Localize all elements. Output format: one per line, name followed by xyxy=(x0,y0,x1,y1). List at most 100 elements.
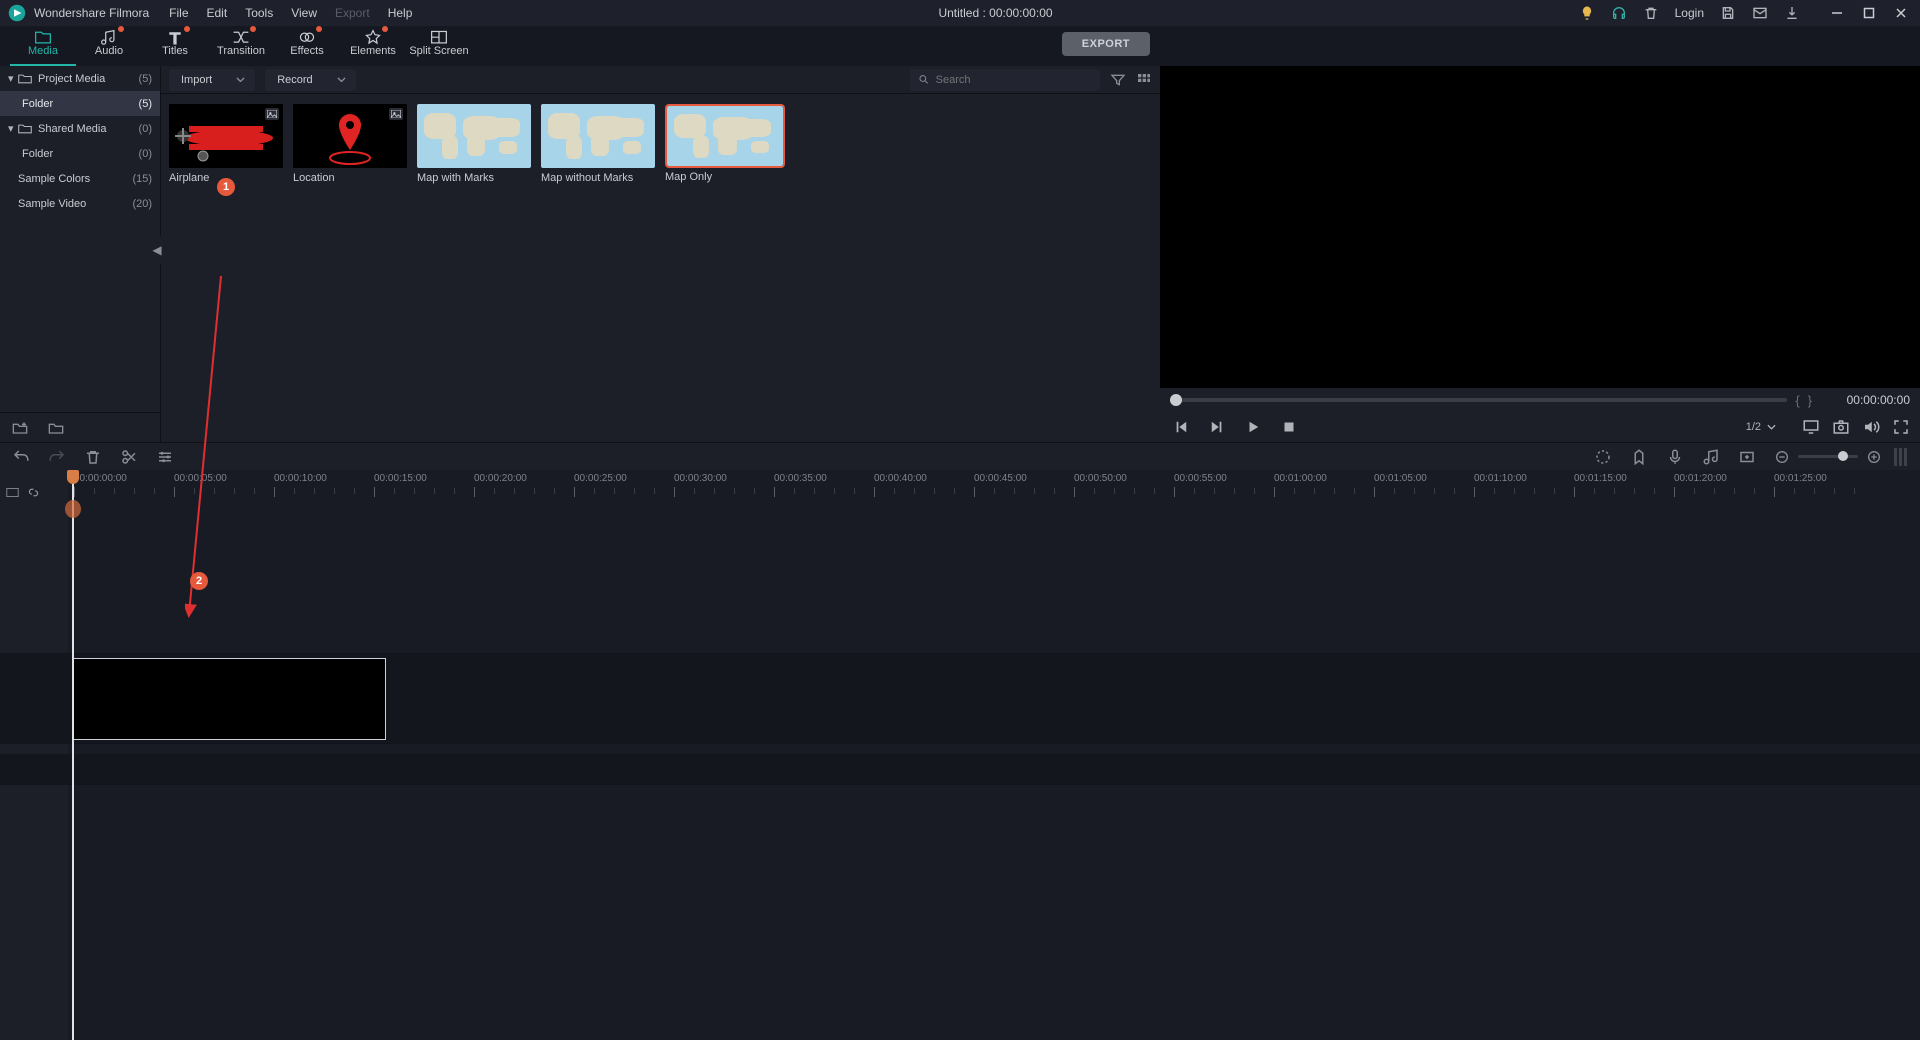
menu-edit[interactable]: Edit xyxy=(207,6,228,20)
grid-view-icon[interactable] xyxy=(1136,72,1152,88)
ruler-tick-major: 00:01:00:00 xyxy=(1274,473,1327,484)
import-label: Import xyxy=(181,74,212,86)
collapse-panel-icon[interactable]: ◀ xyxy=(152,236,162,264)
folder-icon xyxy=(18,123,32,135)
timeline-view-toggle-icon[interactable] xyxy=(1894,448,1908,466)
split-icon[interactable] xyxy=(120,448,138,466)
media-icon xyxy=(34,29,52,43)
save-icon[interactable] xyxy=(1720,5,1736,21)
timeline[interactable]: 1 1 00:00:00:0000:00:05:0000:00:10:0000:… xyxy=(0,470,1920,1040)
timeline-drop-target[interactable] xyxy=(72,658,386,740)
tree-row-folder-1[interactable]: Folder(5) xyxy=(0,91,160,116)
menu-tools[interactable]: Tools xyxy=(245,6,273,20)
playhead-grip[interactable] xyxy=(67,470,79,484)
auto-ripple-icon[interactable] xyxy=(6,486,19,499)
mark-out-icon[interactable]: } xyxy=(1808,393,1812,408)
link-icon[interactable] xyxy=(27,486,40,499)
thumb-airplane[interactable]: Airplane xyxy=(169,104,283,184)
ribbon-tab-split-screen[interactable]: Split Screen xyxy=(406,27,472,66)
folder-icon[interactable] xyxy=(48,421,64,435)
headphones-icon[interactable] xyxy=(1611,5,1627,21)
timeline-ruler[interactable]: 00:00:00:0000:00:05:0000:00:10:0000:00:1… xyxy=(68,470,1920,502)
stop-icon[interactable] xyxy=(1278,416,1300,438)
zoom-slider[interactable] xyxy=(1798,455,1858,458)
thumb-map-without-marks[interactable]: Map without Marks xyxy=(541,104,655,184)
preview-scrub-track[interactable] xyxy=(1170,398,1787,402)
menu-export: Export xyxy=(335,6,370,20)
export-button[interactable]: EXPORT xyxy=(1062,32,1150,56)
playhead[interactable] xyxy=(72,470,74,1040)
window-close-icon[interactable] xyxy=(1890,2,1912,24)
gutter-header xyxy=(0,478,68,506)
lightbulb-icon[interactable] xyxy=(1579,5,1595,21)
preview-scale-dropdown[interactable]: 1/2 xyxy=(1746,421,1776,433)
redo-icon[interactable] xyxy=(48,448,66,466)
filter-icon[interactable] xyxy=(1110,72,1126,88)
tree-bottom-bar xyxy=(0,412,160,442)
tree-row-label: Shared Media xyxy=(38,123,139,135)
tree-row-project-media-0[interactable]: ▾Project Media(5) xyxy=(0,66,160,91)
menu-view[interactable]: View xyxy=(291,6,317,20)
mark-in-icon[interactable]: { xyxy=(1795,393,1799,408)
thumb-map-only[interactable]: Map Only xyxy=(665,104,787,184)
search-input[interactable] xyxy=(936,74,1092,86)
menu-help[interactable]: Help xyxy=(388,6,413,20)
search-box[interactable] xyxy=(910,69,1100,91)
thumb-map-with-marks[interactable]: Map with Marks xyxy=(417,104,531,184)
prev-frame-icon[interactable] xyxy=(1170,416,1192,438)
zoom-in-icon[interactable] xyxy=(1866,449,1882,465)
preview-controls: 1/2 xyxy=(1160,412,1920,442)
tree-row-folder-3[interactable]: Folder(0) xyxy=(0,141,160,166)
import-dropdown[interactable]: Import xyxy=(169,69,255,91)
tree-row-label: Folder xyxy=(22,98,139,110)
menu-file[interactable]: File xyxy=(169,6,188,20)
tree-row-shared-media-2[interactable]: ▾Shared Media(0) xyxy=(0,116,160,141)
zoom-knob[interactable] xyxy=(1838,451,1848,461)
ribbon-tab-label: Audio xyxy=(95,45,123,57)
titlebar-right: Login xyxy=(1579,2,1912,24)
preview-video[interactable] xyxy=(1160,66,1920,388)
ribbon-tab-audio[interactable]: Audio xyxy=(76,27,142,66)
window-minimize-icon[interactable] xyxy=(1826,2,1848,24)
undo-icon[interactable] xyxy=(12,448,30,466)
display-output-icon[interactable] xyxy=(1802,418,1820,436)
tree-row-sample-video-5[interactable]: Sample Video(20) xyxy=(0,191,160,216)
adjust-icon[interactable] xyxy=(156,448,174,466)
voiceover-icon[interactable] xyxy=(1666,448,1684,466)
volume-icon[interactable] xyxy=(1862,418,1880,436)
trash-icon[interactable] xyxy=(1643,5,1659,21)
play-icon[interactable] xyxy=(1242,416,1264,438)
ribbon-tab-transition[interactable]: Transition xyxy=(208,27,274,66)
keyframe-icon[interactable] xyxy=(1738,448,1756,466)
record-dropdown[interactable]: Record xyxy=(265,69,355,91)
marker-icon[interactable] xyxy=(1630,448,1648,466)
tree-row-sample-colors-4[interactable]: Sample Colors(15) xyxy=(0,166,160,191)
delete-icon[interactable] xyxy=(84,448,102,466)
scrub-knob[interactable] xyxy=(1170,394,1182,406)
next-frame-icon[interactable] xyxy=(1206,416,1228,438)
thumb-location[interactable]: Location xyxy=(293,104,407,184)
window-maximize-icon[interactable] xyxy=(1858,2,1880,24)
elements-icon xyxy=(364,29,382,43)
thumbnail-grid: Airplane Location Map with Marks Map wit… xyxy=(161,94,1160,194)
disclosure-triangle-icon[interactable]: ▾ xyxy=(8,122,18,135)
music-icon[interactable] xyxy=(1702,448,1720,466)
ribbon-tab-elements[interactable]: Elements xyxy=(340,27,406,66)
ribbon-tab-media[interactable]: Media xyxy=(10,27,76,66)
tree-row-label: Sample Colors xyxy=(18,173,132,185)
download-icon[interactable] xyxy=(1784,5,1800,21)
mail-icon[interactable] xyxy=(1752,5,1768,21)
zoom-out-icon[interactable] xyxy=(1774,449,1790,465)
ribbon-tab-titles[interactable]: Titles xyxy=(142,27,208,66)
snapshot-icon[interactable] xyxy=(1832,418,1850,436)
app-brand: Wondershare Filmora xyxy=(34,6,149,20)
effects-icon xyxy=(298,29,316,43)
ribbon-tab-effects[interactable]: Effects xyxy=(274,27,340,66)
fullscreen-icon[interactable] xyxy=(1892,418,1910,436)
ruler-tick-major: 00:01:15:00 xyxy=(1574,473,1627,484)
render-icon[interactable] xyxy=(1594,448,1612,466)
disclosure-triangle-icon[interactable]: ▾ xyxy=(8,72,18,85)
new-folder-icon[interactable] xyxy=(12,421,28,435)
transition-icon xyxy=(232,29,250,43)
login-link[interactable]: Login xyxy=(1675,6,1704,20)
